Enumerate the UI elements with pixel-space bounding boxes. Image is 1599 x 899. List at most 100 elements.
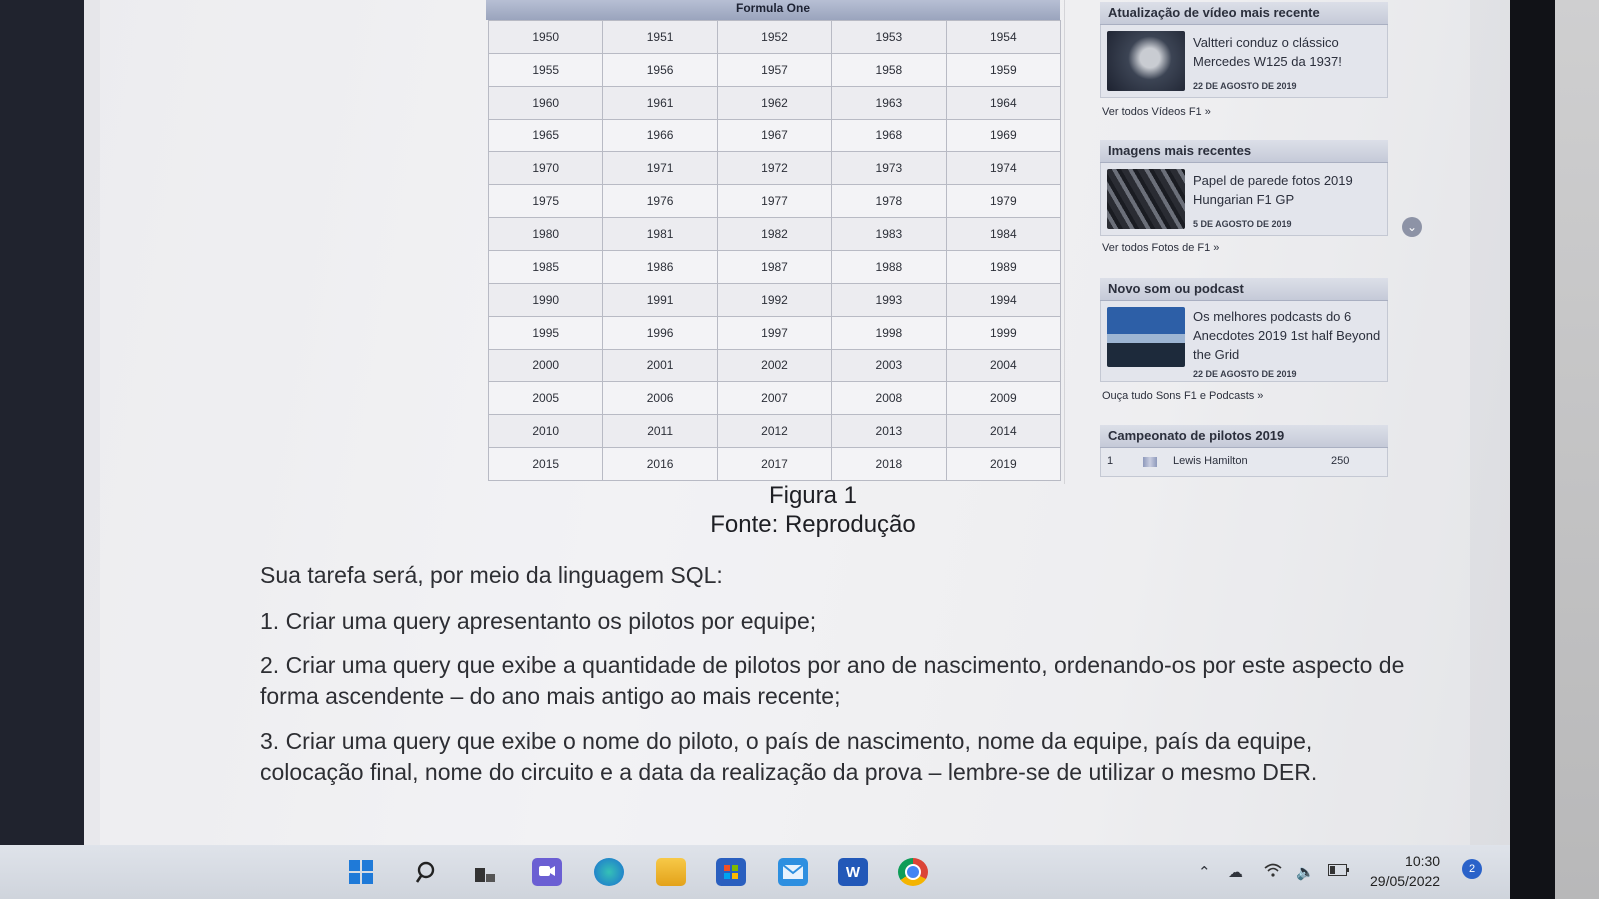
- podcast-thumbnail[interactable]: [1107, 307, 1185, 367]
- video-thumbnail[interactable]: [1107, 31, 1185, 91]
- store-icon[interactable]: [716, 858, 746, 886]
- podcast-card[interactable]: Os melhores podcasts do 6 Anecdotes 2019…: [1100, 301, 1388, 382]
- windows-start-icon[interactable]: [346, 858, 376, 886]
- season-year-cell[interactable]: 1991: [603, 283, 718, 317]
- season-year-cell[interactable]: 2008: [832, 382, 947, 416]
- season-year-cell[interactable]: 1981: [603, 218, 718, 251]
- season-year-cell[interactable]: 1985: [489, 251, 604, 284]
- images-card[interactable]: Papel de parede fotos 2019 Hungarian F1 …: [1100, 163, 1388, 236]
- season-year-cell[interactable]: 2017: [717, 448, 833, 481]
- season-year-cell[interactable]: 1984: [946, 218, 1061, 251]
- season-year-cell[interactable]: 2003: [832, 349, 947, 383]
- images-thumbnail[interactable]: [1107, 169, 1185, 229]
- season-year-cell[interactable]: 1996: [603, 316, 718, 350]
- season-year-cell[interactable]: 1987: [717, 251, 833, 284]
- season-year-cell[interactable]: 1953: [832, 21, 947, 54]
- season-year-cell[interactable]: 2002: [717, 349, 833, 383]
- battery-icon[interactable]: [1328, 863, 1350, 880]
- season-year-cell[interactable]: 1964: [946, 86, 1061, 120]
- season-year-cell[interactable]: 1978: [832, 185, 947, 219]
- season-year-cell[interactable]: 1970: [489, 152, 604, 186]
- podcast-title[interactable]: Os melhores podcasts do 6 Anecdotes 2019…: [1193, 307, 1383, 364]
- season-year-cell[interactable]: 1952: [717, 21, 833, 54]
- season-year-cell[interactable]: 1965: [489, 119, 604, 153]
- season-year-cell[interactable]: 1977: [717, 185, 833, 219]
- season-year-cell[interactable]: 1972: [717, 152, 833, 186]
- season-year-cell[interactable]: 2004: [946, 349, 1061, 383]
- word-icon[interactable]: W: [838, 858, 868, 886]
- standings-driver[interactable]: Lewis Hamilton: [1173, 455, 1248, 467]
- season-year-cell[interactable]: 1979: [946, 185, 1061, 219]
- season-year-cell[interactable]: 2005: [489, 382, 604, 416]
- season-year-cell[interactable]: 1954: [946, 21, 1061, 54]
- season-year-cell[interactable]: 2010: [489, 415, 604, 449]
- season-year-cell[interactable]: 1975: [489, 185, 604, 219]
- season-year-cell[interactable]: 2012: [717, 415, 833, 449]
- season-year-cell[interactable]: 1993: [832, 283, 947, 317]
- season-year-cell[interactable]: 2009: [946, 382, 1061, 416]
- task-view-icon[interactable]: [470, 858, 500, 886]
- season-year-cell[interactable]: 1971: [603, 152, 718, 186]
- season-year-cell[interactable]: 1999: [946, 316, 1061, 350]
- images-title[interactable]: Papel de parede fotos 2019 Hungarian F1 …: [1193, 171, 1383, 209]
- all-videos-link[interactable]: Ver todos Vídeos F1 »: [1102, 106, 1211, 118]
- all-podcasts-link[interactable]: Ouça tudo Sons F1 e Podcasts »: [1102, 390, 1263, 402]
- season-year-cell[interactable]: 1982: [717, 218, 833, 251]
- season-year-cell[interactable]: 1992: [717, 283, 833, 317]
- season-year-cell[interactable]: 1976: [603, 185, 718, 219]
- season-year-cell[interactable]: 1959: [946, 53, 1061, 87]
- chrome-icon[interactable]: [898, 858, 928, 886]
- season-year-cell[interactable]: 1980: [489, 218, 604, 251]
- season-year-cell[interactable]: 2011: [603, 415, 718, 449]
- season-year-cell[interactable]: 2019: [946, 448, 1061, 481]
- notification-badge[interactable]: 2: [1462, 859, 1482, 879]
- season-year-cell[interactable]: 2014: [946, 415, 1061, 449]
- edge-icon[interactable]: [594, 858, 624, 886]
- file-explorer-icon[interactable]: [656, 858, 686, 886]
- video-card[interactable]: Valtteri conduz o clássico Mercedes W125…: [1100, 25, 1388, 98]
- season-year-cell[interactable]: 2001: [603, 349, 718, 383]
- season-year-cell[interactable]: 2007: [717, 382, 833, 416]
- season-year-cell[interactable]: 1994: [946, 283, 1061, 317]
- season-year-cell[interactable]: 1957: [717, 53, 833, 87]
- onedrive-icon[interactable]: ☁: [1228, 863, 1243, 881]
- season-year-cell[interactable]: 1962: [717, 86, 833, 120]
- season-year-cell[interactable]: 1997: [717, 316, 833, 350]
- season-year-cell[interactable]: 1955: [489, 53, 604, 87]
- season-year-cell[interactable]: 2006: [603, 382, 718, 416]
- season-year-cell[interactable]: 1995: [489, 316, 604, 350]
- season-year-cell[interactable]: 1958: [832, 53, 947, 87]
- standings-row[interactable]: 1 Lewis Hamilton 250: [1100, 448, 1388, 477]
- season-year-cell[interactable]: 2016: [603, 448, 718, 481]
- season-year-cell[interactable]: 1967: [717, 119, 833, 153]
- season-year-cell[interactable]: 1968: [832, 119, 947, 153]
- all-photos-link[interactable]: Ver todos Fotos de F1 »: [1102, 242, 1219, 254]
- season-year-cell[interactable]: 1963: [832, 86, 947, 120]
- season-year-cell[interactable]: 1998: [832, 316, 947, 350]
- season-year-cell[interactable]: 1961: [603, 86, 718, 120]
- season-year-cell[interactable]: 2000: [489, 349, 604, 383]
- taskbar-clock[interactable]: 10:30 29/05/2022: [1370, 851, 1440, 891]
- video-title[interactable]: Valtteri conduz o clássico Mercedes W125…: [1193, 33, 1383, 71]
- season-year-cell[interactable]: 1956: [603, 53, 718, 87]
- season-year-cell[interactable]: 1951: [603, 21, 718, 54]
- season-year-cell[interactable]: 1950: [489, 21, 604, 54]
- chat-icon[interactable]: [532, 858, 562, 886]
- season-year-cell[interactable]: 1966: [603, 119, 718, 153]
- season-year-cell[interactable]: 1989: [946, 251, 1061, 284]
- season-year-cell[interactable]: 1974: [946, 152, 1061, 186]
- volume-icon[interactable]: 🔈: [1296, 863, 1315, 881]
- season-year-cell[interactable]: 1983: [832, 218, 947, 251]
- chevron-up-icon[interactable]: ⌃: [1198, 863, 1211, 881]
- search-icon[interactable]: [412, 858, 442, 886]
- season-year-cell[interactable]: 1990: [489, 283, 604, 317]
- season-year-cell[interactable]: 1969: [946, 119, 1061, 153]
- season-year-cell[interactable]: 2015: [489, 448, 604, 481]
- season-year-cell[interactable]: 1960: [489, 86, 604, 120]
- season-year-cell[interactable]: 2013: [832, 415, 947, 449]
- mail-icon[interactable]: [778, 858, 808, 886]
- chevron-down-icon[interactable]: ⌄: [1402, 217, 1422, 237]
- season-year-cell[interactable]: 2018: [832, 448, 947, 481]
- wifi-icon[interactable]: [1264, 863, 1282, 881]
- season-year-cell[interactable]: 1986: [603, 251, 718, 284]
